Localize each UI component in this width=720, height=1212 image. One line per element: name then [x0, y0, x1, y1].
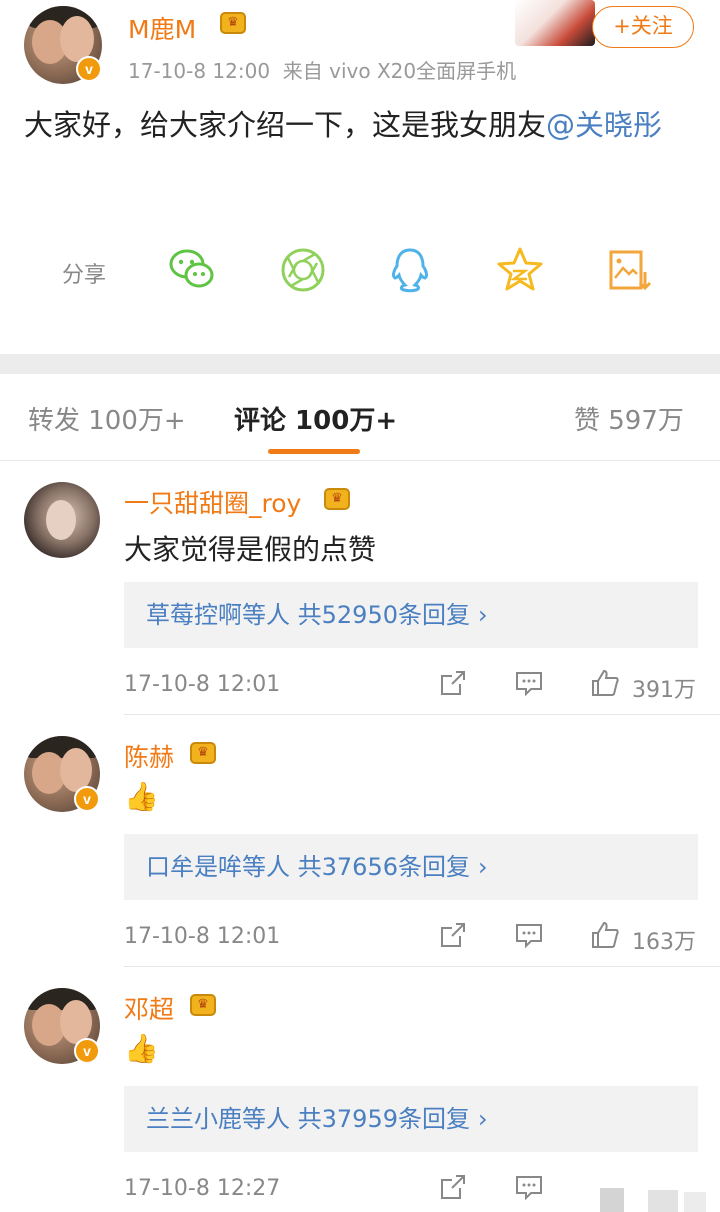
thumbs-up-emoji: 👍 — [124, 780, 159, 813]
repost-icon[interactable] — [438, 920, 468, 950]
post-meta: 17-10-8 12:00 来自 vivo X20全面屏手机 — [128, 55, 516, 84]
comment-time: 17-10-8 12:01 — [124, 924, 281, 949]
post-body: 大家好，给大家介绍一下，这是我女朋友@关晓彤 — [24, 100, 704, 150]
chevron-right-icon: › — [478, 601, 488, 629]
like-icon[interactable] — [590, 668, 620, 698]
thumbs-up-emoji: 👍 — [124, 1032, 159, 1065]
tab-divider — [0, 460, 720, 461]
like-count: 163万 — [632, 930, 696, 955]
comment-author-name[interactable]: 邓超 — [124, 990, 174, 1026]
reply-count: 共37656条回复 — [297, 853, 470, 881]
comment-author-name[interactable]: 陈赫 — [124, 738, 174, 774]
reply-count: 共37959条回复 — [297, 1105, 470, 1133]
reply-count: 共52950条回复 — [297, 601, 470, 629]
save-image-icon[interactable] — [603, 244, 655, 296]
chevron-right-icon: › — [478, 1105, 488, 1133]
reply-summary[interactable]: 草莓控啊等人 共52950条回复 › — [124, 582, 698, 648]
comment-author-name[interactable]: 一只甜甜圈_roy — [124, 484, 301, 520]
tab-comments[interactable]: 评论 100万+ — [234, 400, 397, 437]
vip-crown-icon: ♛ — [190, 994, 216, 1016]
comment-divider — [124, 714, 720, 715]
active-tab-indicator — [268, 449, 360, 454]
mention-link[interactable]: @关晓彤 — [546, 108, 662, 142]
reply-users: 草莓控啊等人 — [146, 601, 290, 629]
post-text: 大家好，给大家介绍一下，这是我女朋友 — [24, 108, 547, 142]
qq-icon[interactable] — [384, 244, 436, 296]
follow-button[interactable]: +关注 — [592, 6, 694, 48]
qzone-icon[interactable] — [494, 244, 546, 296]
reply-users: 口牟是哞等人 — [146, 853, 290, 881]
obscured-area — [600, 1188, 624, 1212]
wechat-icon[interactable] — [166, 244, 218, 296]
like-count: 391万 — [632, 678, 696, 703]
post-source: 来自 vivo X20全面屏手机 — [282, 59, 517, 83]
reply-summary[interactable]: 兰兰小鹿等人 共37959条回复 › — [124, 1086, 698, 1152]
moments-icon[interactable] — [277, 244, 329, 296]
vip-crown-icon: ♛ — [220, 12, 246, 34]
tab-likes[interactable]: 赞 597万 — [574, 400, 684, 437]
verified-badge-icon: v — [74, 1038, 100, 1064]
verified-badge-icon: v — [74, 786, 100, 812]
reply-users: 兰兰小鹿等人 — [146, 1105, 290, 1133]
tab-repost[interactable]: 转发 100万+ — [28, 400, 186, 437]
comment-icon[interactable] — [514, 1172, 544, 1202]
obscured-area — [648, 1190, 678, 1212]
like-icon[interactable] — [590, 920, 620, 950]
comment-icon[interactable] — [514, 920, 544, 950]
comment-text: 大家觉得是假的点赞 — [124, 533, 377, 566]
obscured-area — [684, 1192, 706, 1212]
vip-crown-icon: ♛ — [324, 488, 350, 510]
verified-badge-icon: v — [76, 56, 102, 82]
post-time: 17-10-8 12:00 — [128, 59, 271, 83]
post-author-name[interactable]: M鹿M — [128, 10, 196, 46]
share-label: 分享 — [62, 263, 107, 288]
comment-time: 17-10-8 12:27 — [124, 1176, 281, 1201]
comment-divider — [124, 966, 720, 967]
comment-icon[interactable] — [514, 668, 544, 698]
reply-summary[interactable]: 口牟是哞等人 共37656条回复 › — [124, 834, 698, 900]
profile-card-decoration — [515, 0, 595, 46]
avatar[interactable] — [24, 482, 100, 558]
section-separator — [0, 354, 720, 374]
vip-crown-icon: ♛ — [190, 742, 216, 764]
repost-icon[interactable] — [438, 668, 468, 698]
comment-time: 17-10-8 12:01 — [124, 672, 281, 697]
repost-icon[interactable] — [438, 1172, 468, 1202]
chevron-right-icon: › — [478, 853, 488, 881]
